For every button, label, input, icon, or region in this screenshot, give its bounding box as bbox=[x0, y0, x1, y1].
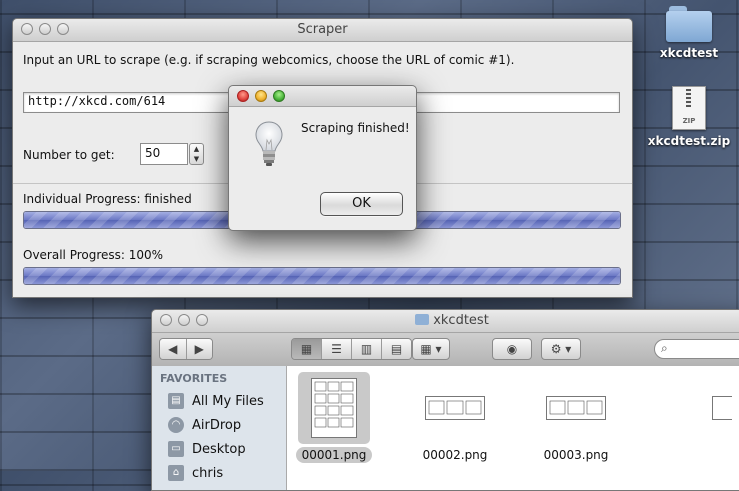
file-name: 00002.png bbox=[422, 448, 488, 462]
icon-view-icon[interactable]: ▦ bbox=[292, 339, 322, 359]
home-icon: ⌂ bbox=[168, 465, 184, 481]
file-item[interactable]: 00001.png bbox=[279, 372, 389, 463]
desktop-folder-xkcdtest[interactable]: xkcdtest bbox=[644, 6, 734, 60]
finder-window: xkcdtest ◀ ▶ ▦ ☰ ▥ ▤ ▦ ▾ ◉ ⚙ ▾ ⌕ FAVORIT… bbox=[151, 309, 739, 491]
sidebar-item-airdrop[interactable]: ◠ AirDrop bbox=[152, 413, 286, 437]
file-name: 00001.png bbox=[295, 447, 373, 463]
folder-icon bbox=[415, 314, 430, 325]
arrange-button[interactable]: ▦ ▾ bbox=[412, 338, 450, 360]
comic-strip-thumbnail-icon bbox=[425, 396, 485, 420]
number-input[interactable]: 50 bbox=[140, 143, 188, 165]
sidebar-item-chris[interactable]: ⌂ chris bbox=[152, 461, 286, 485]
file-item[interactable]: 00002.png bbox=[400, 372, 510, 463]
comic-thumbnail-icon bbox=[311, 378, 357, 438]
coverflow-view-icon[interactable]: ▤ bbox=[382, 339, 411, 359]
desktop-icon: ▭ bbox=[168, 441, 184, 457]
comic-strip-thumbnail-icon bbox=[712, 396, 732, 420]
alert-dialog: Scraping finished! OK bbox=[228, 85, 417, 231]
column-view-icon[interactable]: ▥ bbox=[352, 339, 382, 359]
number-stepper[interactable]: ▲ ▼ bbox=[189, 143, 204, 165]
dialog-titlebar[interactable] bbox=[229, 86, 416, 107]
sidebar-item-desktop[interactable]: ▭ Desktop bbox=[152, 437, 286, 461]
minimize-button[interactable] bbox=[39, 23, 51, 35]
dialog-message: Scraping finished! bbox=[301, 121, 410, 135]
stepper-down-icon[interactable]: ▼ bbox=[190, 154, 203, 164]
all-files-icon: ▤ bbox=[168, 393, 184, 409]
search-input[interactable]: ⌕ bbox=[654, 339, 739, 359]
quick-look-button[interactable]: ◉ bbox=[492, 338, 532, 360]
close-button[interactable] bbox=[21, 23, 33, 35]
comic-strip-thumbnail-icon bbox=[546, 396, 606, 420]
overall-progress-bar bbox=[23, 267, 621, 285]
sidebar-heading: FAVORITES bbox=[160, 372, 228, 385]
folder-icon bbox=[666, 6, 712, 42]
file-item-partial[interactable] bbox=[702, 372, 739, 444]
desktop-zip-label: xkcdtest.zip bbox=[647, 134, 731, 148]
close-button[interactable] bbox=[160, 314, 172, 326]
zip-file-icon: ZIP bbox=[672, 86, 706, 130]
finder-title: xkcdtest bbox=[152, 310, 739, 332]
file-area: 00001.png 00002.png 00003.png bbox=[287, 366, 739, 490]
individual-progress-label: Individual Progress: finished bbox=[23, 192, 192, 206]
window-title: Scraper bbox=[297, 22, 348, 37]
airdrop-icon: ◠ bbox=[168, 417, 184, 433]
instruction-text: Input an URL to scrape (e.g. if scraping… bbox=[23, 53, 515, 67]
file-name: 00003.png bbox=[543, 448, 609, 462]
finder-toolbar: ◀ ▶ ▦ ☰ ▥ ▤ ▦ ▾ ◉ ⚙ ▾ ⌕ bbox=[152, 333, 739, 367]
scraper-titlebar[interactable]: Scraper bbox=[13, 19, 632, 42]
zoom-button[interactable] bbox=[196, 314, 208, 326]
finder-sidebar: FAVORITES ▤ All My Files ◠ AirDrop ▭ Deskto… bbox=[152, 366, 287, 490]
gear-icon: ⚙ ▾ bbox=[550, 342, 572, 356]
back-arrow-icon[interactable]: ◀ bbox=[160, 339, 187, 359]
back-forward-control[interactable]: ◀ ▶ bbox=[159, 338, 213, 360]
action-button[interactable]: ⚙ ▾ bbox=[541, 338, 581, 360]
desktop-zip-file[interactable]: ZIP xkcdtest.zip bbox=[644, 86, 734, 148]
finder-titlebar[interactable]: xkcdtest bbox=[152, 310, 739, 333]
arrange-icon: ▦ ▾ bbox=[420, 342, 442, 356]
number-label: Number to get: bbox=[23, 148, 115, 162]
list-view-icon[interactable]: ☰ bbox=[322, 339, 352, 359]
minimize-button[interactable] bbox=[178, 314, 190, 326]
zoom-button[interactable] bbox=[273, 90, 285, 102]
search-icon: ⌕ bbox=[661, 341, 668, 355]
ok-button[interactable]: OK bbox=[320, 192, 403, 216]
eye-icon: ◉ bbox=[506, 342, 518, 356]
sidebar-item-all-my-files[interactable]: ▤ All My Files bbox=[152, 389, 286, 413]
close-button[interactable] bbox=[237, 90, 249, 102]
zoom-button[interactable] bbox=[57, 23, 69, 35]
lightbulb-icon bbox=[255, 121, 283, 166]
minimize-button[interactable] bbox=[255, 90, 267, 102]
overall-progress-label: Overall Progress: 100% bbox=[23, 248, 164, 262]
stepper-up-icon[interactable]: ▲ bbox=[190, 144, 203, 154]
desktop-folder-label: xkcdtest bbox=[659, 46, 719, 60]
file-item[interactable]: 00003.png bbox=[521, 372, 631, 463]
view-mode-control[interactable]: ▦ ☰ ▥ ▤ bbox=[291, 338, 412, 360]
forward-arrow-icon[interactable]: ▶ bbox=[186, 339, 212, 359]
